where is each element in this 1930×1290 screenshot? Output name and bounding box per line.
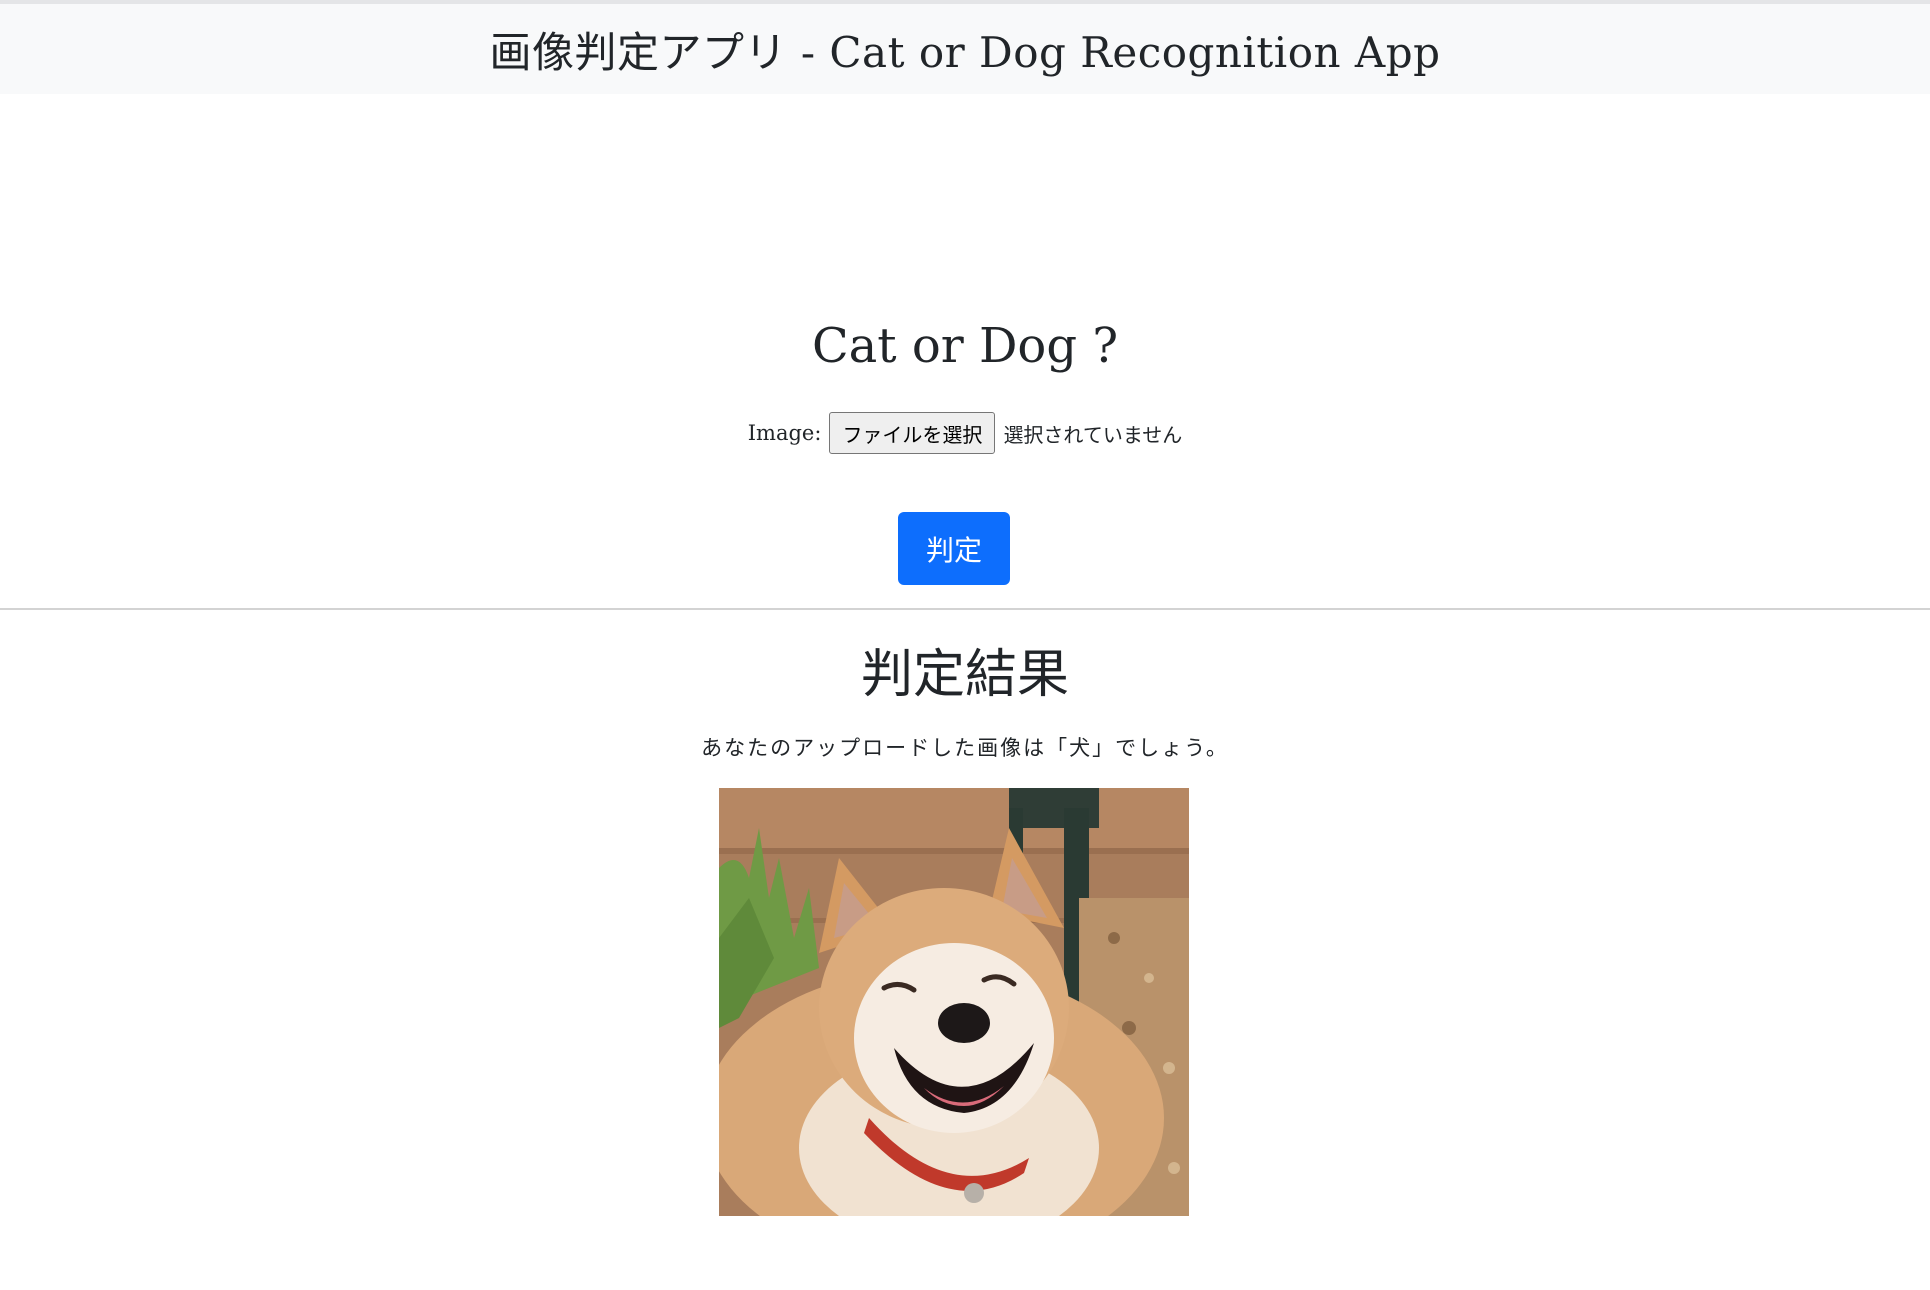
result-heading: 判定結果: [860, 645, 1069, 705]
page: 画像判定アプリ - Cat or Dog Recognition App Cat…: [0, 0, 1930, 1290]
judge-button[interactable]: 判定: [898, 512, 1010, 585]
result-message: あなたのアップロードした画像は「犬」でしょう。: [701, 736, 1229, 760]
divider: [0, 608, 1930, 610]
navbar-title[interactable]: 画像判定アプリ - Cat or Dog Recognition App: [490, 19, 1441, 80]
navbar: 画像判定アプリ - Cat or Dog Recognition App: [0, 0, 1930, 94]
upload-heading: Cat or Dog ?: [811, 318, 1119, 374]
image-label: Image:: [747, 421, 822, 445]
file-status: 選択されていません: [1003, 422, 1183, 447]
uploaded-dog-image: [719, 788, 1189, 1216]
file-select-button[interactable]: ファイルを選択: [829, 412, 996, 454]
upload-form: Image: ファイルを選択 選択されていません: [0, 411, 1930, 455]
